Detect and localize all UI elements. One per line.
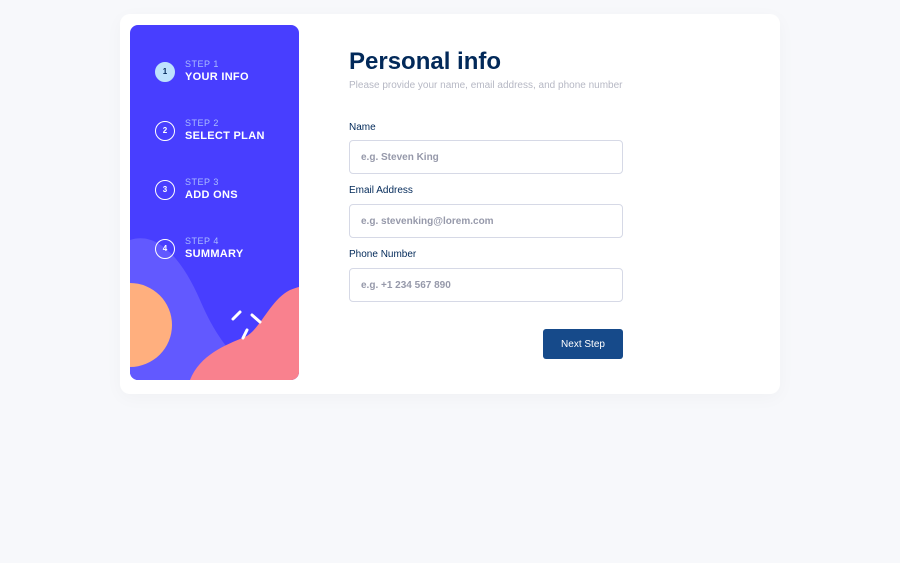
- page-subtitle: Please provide your name, email address,…: [349, 80, 623, 91]
- step-1[interactable]: 1 STEP 1 YOUR INFO: [155, 59, 249, 84]
- step-sub-label: STEP 3: [185, 177, 219, 187]
- form-card: 1 STEP 1 YOUR INFO 2 STEP 2 SELECT PLAN …: [120, 14, 780, 394]
- step-title: ADD ONS: [185, 189, 238, 201]
- step-number-badge: 1: [155, 61, 175, 82]
- next-step-button[interactable]: Next Step: [543, 329, 623, 359]
- page-title: Personal info: [349, 48, 502, 75]
- step-number-badge: 4: [155, 238, 175, 259]
- step-2[interactable]: 2 STEP 2 SELECT PLAN: [155, 118, 265, 143]
- step-sub-label: STEP 1: [185, 59, 219, 69]
- steps-sidebar: 1 STEP 1 YOUR INFO 2 STEP 2 SELECT PLAN …: [130, 25, 299, 380]
- name-field[interactable]: [349, 140, 623, 174]
- step-number-badge: 3: [155, 179, 175, 200]
- name-label: Name: [349, 122, 376, 133]
- step-title: SUMMARY: [185, 248, 244, 260]
- phone-field[interactable]: [349, 268, 623, 302]
- step-4[interactable]: 4 STEP 4 SUMMARY: [155, 236, 244, 261]
- email-field[interactable]: [349, 204, 623, 238]
- step-sub-label: STEP 2: [185, 118, 219, 128]
- personal-info-form: Personal info Please provide your name, …: [349, 48, 623, 359]
- step-3[interactable]: 3 STEP 3 ADD ONS: [155, 177, 238, 202]
- email-label: Email Address: [349, 185, 413, 196]
- step-number-badge: 2: [155, 120, 175, 141]
- step-sub-label: STEP 4: [185, 236, 219, 246]
- phone-label: Phone Number: [349, 249, 417, 260]
- step-title: YOUR INFO: [185, 71, 249, 83]
- step-title: SELECT PLAN: [185, 130, 265, 142]
